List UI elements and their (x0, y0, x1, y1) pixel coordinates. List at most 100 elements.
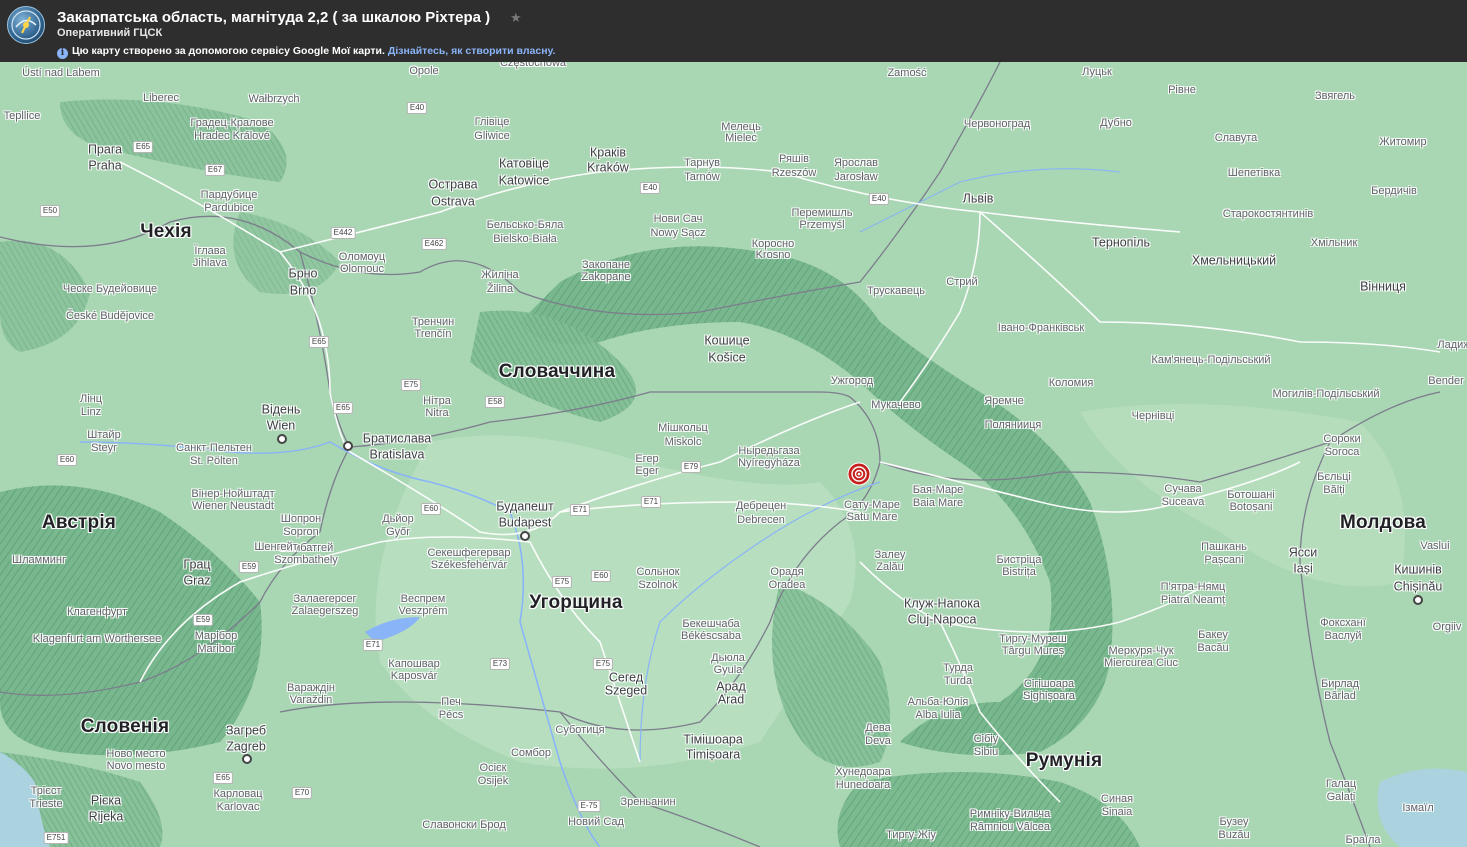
place-label: Тиргу-Муреш (999, 633, 1067, 646)
place-label: Меркуря-Чук (1108, 645, 1174, 658)
place-label: Miskolc (664, 436, 702, 449)
map-canvas[interactable]: Чехія Словаччина Австрія Угорщина Словен… (0, 62, 1467, 847)
place-label: Глівіце (474, 116, 510, 129)
place-label: Загреб (226, 723, 266, 738)
place-label: Бельсько-Бяла (486, 219, 564, 232)
place-label: Дьюла (711, 652, 745, 665)
place-label: Galați (1326, 791, 1356, 804)
place-label: Могилів-Подільський (1272, 388, 1380, 401)
place-label: Римніку-Вильча (969, 808, 1051, 821)
place-label: Székesfehérvár (430, 559, 508, 572)
place-label: Eger (635, 465, 659, 478)
place-label: Győr (386, 526, 410, 539)
place-label: Ужгород (830, 375, 874, 388)
place-label: Залеу (874, 549, 906, 562)
place-label: Przemyśl (799, 219, 845, 232)
place-label: Шепетівка (1227, 167, 1281, 180)
place-label: Alba Iulia (915, 709, 961, 722)
place-label: Bielsko-Biała (493, 233, 557, 246)
place-label: Стрий (946, 276, 978, 289)
place-label: Baia Mare (912, 497, 964, 510)
place-label: Кишинів (1394, 562, 1442, 577)
star-icon[interactable]: ★ (510, 10, 522, 26)
place-label: Pardubice (204, 202, 254, 215)
highway-shield: E65 (332, 402, 354, 414)
place-label: Тімішоара (683, 732, 743, 747)
place-label: Ясси (1288, 545, 1318, 560)
place-label: Грац (183, 557, 211, 572)
place-label: Веспрем (400, 593, 446, 606)
place-label: Житомир (1379, 136, 1427, 149)
place-label: Gliwice (474, 130, 510, 143)
place-label: Мішкольц (658, 422, 708, 435)
place-label: Синая (1100, 793, 1134, 806)
country-label: Словенія (80, 716, 170, 738)
place-label: Шенгейт (254, 541, 298, 554)
place-label: Їглава (194, 245, 226, 258)
place-label: Львів (962, 191, 994, 206)
place-label: Klagenfurt am Wörthersee (32, 633, 162, 646)
highway-shield: E65 (212, 772, 234, 784)
place-label: Budapest (498, 515, 552, 530)
place-label: České Budějovice (65, 310, 155, 323)
place-label: Sopron (283, 526, 319, 539)
highway-shield: E65 (132, 141, 154, 153)
place-label: Trieste (29, 798, 63, 811)
place-label: Katowice (498, 173, 550, 188)
highway-shield: E70 (291, 787, 313, 799)
place-label: Gyula (713, 664, 743, 677)
place-label: Ярослав (833, 157, 879, 170)
place-label: Бая-Маре (912, 484, 964, 497)
place-label: Orgiiv (1432, 621, 1462, 634)
place-label: Тернопіль (1091, 235, 1151, 250)
place-label: Jihlava (192, 257, 228, 270)
notice-text: Цю карту створено за допомогою сервісу G… (72, 45, 385, 57)
place-label: Nowy Sącz (650, 227, 706, 240)
place-label: Hunedoara (835, 779, 891, 792)
place-label: Лінц (79, 393, 103, 406)
place-label: Zamość (887, 67, 927, 80)
place-label: Марібор (194, 630, 238, 643)
mymaps-notice: i Цю карту створено за допомогою сервісу … (57, 45, 555, 59)
place-label: Ботошані (1227, 489, 1275, 502)
place-label: Opole (409, 65, 439, 78)
place-label: Бакеу (1198, 629, 1228, 642)
place-label: Печ (441, 696, 461, 709)
place-label: Sinaia (1101, 806, 1133, 819)
place-label: Івано-Франківськ (997, 322, 1085, 335)
info-icon: i (57, 48, 68, 59)
place-label: Секешфегервар (427, 547, 511, 560)
map-author[interactable]: Оперативний ГЦСК (57, 27, 162, 39)
place-label: Альба-Юлія (907, 696, 969, 709)
place-label: Wałbrzych (248, 93, 300, 106)
place-label: Ново место (106, 748, 166, 761)
place-label: Залаегерсег (293, 593, 357, 606)
place-label: Нови Сач (653, 213, 703, 226)
place-label: Бузеу (1219, 816, 1249, 829)
place-label: Тиргу-Жіу (886, 829, 936, 842)
place-label: Varaždin (289, 694, 333, 707)
highway-shield: E59 (238, 561, 260, 573)
place-label: Deva (865, 735, 891, 748)
place-label: Фоксханї (1320, 617, 1366, 630)
place-label: Егер (635, 453, 659, 466)
highway-shield: E442 (330, 227, 356, 239)
create-map-link[interactable]: Дізнайтесь, як створити власну. (388, 45, 555, 57)
highway-shield: E71 (362, 639, 384, 651)
earthquake-marker-icon[interactable] (847, 462, 871, 486)
place-label: Pécs (438, 709, 464, 722)
highway-shield: E71 (640, 496, 662, 508)
place-label: Коломия (1048, 377, 1094, 390)
country-label: Румунія (1025, 750, 1103, 772)
place-label: Rzeszów (771, 167, 817, 180)
country-label: Словаччина (498, 361, 616, 383)
place-label: Орадя (770, 566, 804, 579)
place-label: Košice (708, 350, 746, 365)
highway-shield: E60 (420, 503, 442, 515)
place-label: Будапешт (496, 499, 554, 514)
place-label: Târgu Mureș (1001, 645, 1065, 658)
place-label: Linz (80, 406, 102, 419)
gcsk-logo[interactable] (7, 6, 45, 44)
place-label: Bacău (1197, 642, 1229, 655)
place-label: Hradec Králové (194, 130, 270, 143)
